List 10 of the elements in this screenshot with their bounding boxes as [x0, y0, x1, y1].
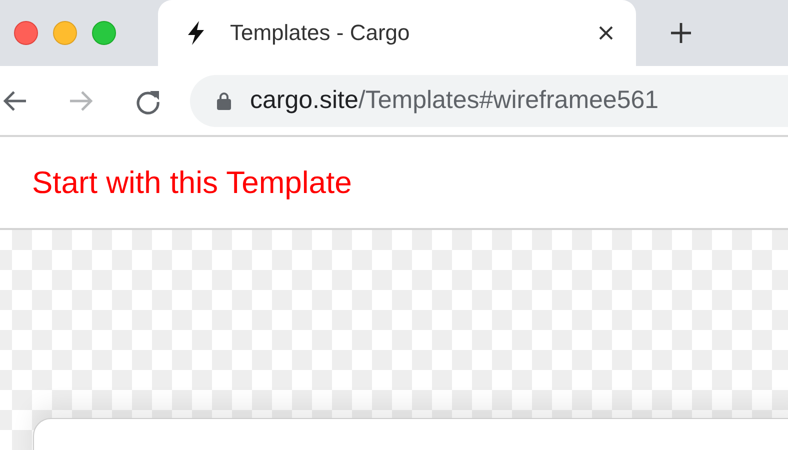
- new-tab-icon[interactable]: [670, 22, 692, 44]
- lightning-bolt-icon: [186, 21, 206, 45]
- close-tab-icon[interactable]: [598, 25, 614, 41]
- start-template-link[interactable]: Start with this Template: [32, 164, 352, 200]
- tab-title: Templates - Cargo: [230, 20, 411, 46]
- browser-tab[interactable]: Templates - Cargo: [158, 0, 636, 66]
- address-bar[interactable]: cargo.site/Templates#wireframee561: [190, 74, 788, 126]
- back-icon[interactable]: [2, 88, 28, 112]
- close-window-button[interactable]: [14, 21, 38, 45]
- lock-icon: [217, 92, 231, 110]
